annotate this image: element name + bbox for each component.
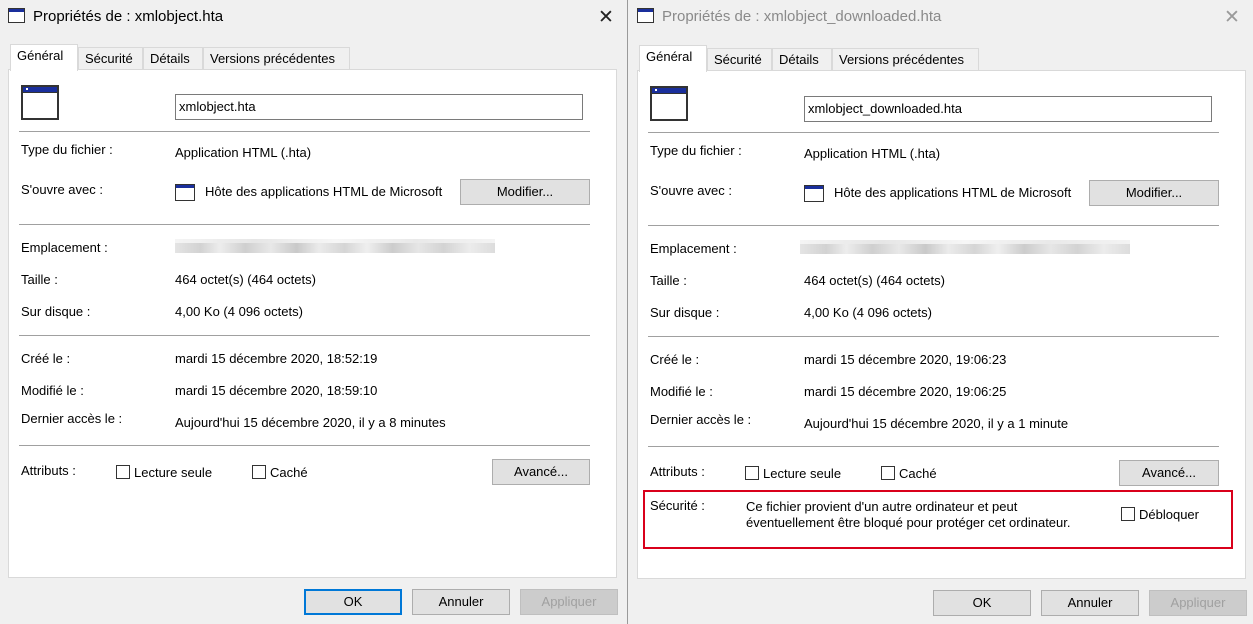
advanced-button[interactable]: Avancé... bbox=[1119, 460, 1219, 486]
tab-previous-versions[interactable]: Versions précédentes bbox=[832, 48, 979, 71]
file-type-value: Application HTML (.hta) bbox=[175, 145, 312, 160]
readonly-label: Lecture seule bbox=[134, 465, 213, 480]
cancel-button[interactable]: Annuler bbox=[412, 589, 510, 615]
divider bbox=[19, 224, 590, 225]
divider bbox=[19, 335, 590, 336]
general-panel: xmlobject.hta Type du fichier : Applicat… bbox=[8, 69, 617, 578]
divider bbox=[19, 445, 590, 446]
title-bar: Propriétés de : xmlobject.hta ✕ bbox=[0, 0, 627, 34]
properties-window-left: Propriétés de : xmlobject.hta ✕ Général … bbox=[0, 0, 628, 624]
location-label: Emplacement : bbox=[650, 241, 737, 256]
opens-with-value: Hôte des applications HTML de Microsoft bbox=[834, 185, 1072, 200]
created-label: Créé le : bbox=[21, 351, 71, 366]
size-on-disk-label: Sur disque : bbox=[650, 305, 720, 320]
location-value-redacted bbox=[175, 239, 495, 253]
file-type-label: Type du fichier : bbox=[21, 142, 113, 157]
created-value: mardi 15 décembre 2020, 19:06:23 bbox=[804, 352, 1007, 367]
properties-window-right: Propriétés de : xmlobject_downloaded.hta… bbox=[629, 0, 1253, 624]
file-type-icon bbox=[21, 85, 59, 120]
window-title: Propriétés de : xmlobject_downloaded.hta bbox=[662, 8, 942, 25]
close-icon[interactable]: ✕ bbox=[591, 3, 621, 31]
ok-button[interactable]: OK bbox=[304, 589, 402, 615]
opens-with-label: S'ouvre avec : bbox=[21, 182, 103, 197]
size-on-disk-label: Sur disque : bbox=[21, 304, 91, 319]
location-value-redacted bbox=[800, 240, 1130, 254]
divider bbox=[648, 446, 1219, 447]
tab-general[interactable]: Général bbox=[10, 44, 78, 71]
attributes-label: Attributs : bbox=[650, 464, 705, 479]
accessed-label: Dernier accès le : bbox=[21, 411, 123, 426]
window-app-icon bbox=[637, 8, 654, 23]
filename-input[interactable]: xmlobject.hta bbox=[175, 94, 583, 120]
ok-button[interactable]: OK bbox=[933, 590, 1031, 616]
divider bbox=[19, 131, 590, 132]
modified-label: Modifié le : bbox=[21, 383, 84, 398]
window-title: Propriétés de : xmlobject.hta bbox=[33, 8, 224, 25]
location-label: Emplacement : bbox=[21, 240, 108, 255]
size-label: Taille : bbox=[21, 272, 58, 287]
modified-value: mardi 15 décembre 2020, 18:59:10 bbox=[175, 383, 378, 398]
hidden-label: Caché bbox=[899, 466, 937, 481]
hidden-label: Caché bbox=[270, 465, 308, 480]
title-bar: Propriétés de : xmlobject_downloaded.hta… bbox=[629, 0, 1253, 34]
file-type-icon bbox=[650, 86, 688, 121]
divider bbox=[648, 336, 1219, 337]
accessed-value: Aujourd'hui 15 décembre 2020, il y a 1 m… bbox=[804, 416, 1069, 431]
window-app-icon bbox=[8, 8, 25, 23]
size-value: 464 octet(s) (464 octets) bbox=[175, 272, 316, 287]
tab-security[interactable]: Sécurité bbox=[78, 47, 143, 70]
file-type-value: Application HTML (.hta) bbox=[804, 146, 941, 161]
readonly-label: Lecture seule bbox=[763, 466, 842, 481]
cancel-button[interactable]: Annuler bbox=[1041, 590, 1139, 616]
tab-security[interactable]: Sécurité bbox=[707, 48, 772, 71]
tab-general[interactable]: Général bbox=[639, 45, 707, 72]
readonly-checkbox[interactable] bbox=[116, 465, 130, 479]
tab-previous-versions[interactable]: Versions précédentes bbox=[203, 47, 350, 70]
created-value: mardi 15 décembre 2020, 18:52:19 bbox=[175, 351, 378, 366]
attributes-label: Attributs : bbox=[21, 463, 76, 478]
change-button[interactable]: Modifier... bbox=[460, 179, 590, 205]
size-on-disk-value: 4,00 Ko (4 096 octets) bbox=[804, 305, 932, 320]
readonly-checkbox[interactable] bbox=[745, 466, 759, 480]
divider bbox=[648, 225, 1219, 226]
created-label: Créé le : bbox=[650, 352, 700, 367]
filename-input[interactable]: xmlobject_downloaded.hta bbox=[804, 96, 1212, 122]
hidden-checkbox[interactable] bbox=[881, 466, 895, 480]
security-highlight-box bbox=[643, 490, 1233, 549]
apply-button[interactable]: Appliquer bbox=[1149, 590, 1247, 616]
size-value: 464 octet(s) (464 octets) bbox=[804, 273, 945, 288]
file-type-label: Type du fichier : bbox=[650, 143, 742, 158]
size-on-disk-value: 4,00 Ko (4 096 octets) bbox=[175, 304, 303, 319]
apply-button[interactable]: Appliquer bbox=[520, 589, 618, 615]
modified-value: mardi 15 décembre 2020, 19:06:25 bbox=[804, 384, 1007, 399]
modified-label: Modifié le : bbox=[650, 384, 713, 399]
tab-details[interactable]: Détails bbox=[772, 48, 832, 71]
hta-host-icon bbox=[175, 184, 195, 201]
hidden-checkbox[interactable] bbox=[252, 465, 266, 479]
size-label: Taille : bbox=[650, 273, 687, 288]
opens-with-value: Hôte des applications HTML de Microsoft bbox=[205, 184, 443, 199]
advanced-button[interactable]: Avancé... bbox=[492, 459, 590, 485]
accessed-value: Aujourd'hui 15 décembre 2020, il y a 8 m… bbox=[175, 415, 446, 430]
hta-host-icon bbox=[804, 185, 824, 202]
tab-details[interactable]: Détails bbox=[143, 47, 203, 70]
opens-with-label: S'ouvre avec : bbox=[650, 183, 732, 198]
accessed-label: Dernier accès le : bbox=[650, 412, 752, 427]
divider bbox=[648, 132, 1219, 133]
change-button[interactable]: Modifier... bbox=[1089, 180, 1219, 206]
close-icon[interactable]: ✕ bbox=[1217, 3, 1247, 31]
